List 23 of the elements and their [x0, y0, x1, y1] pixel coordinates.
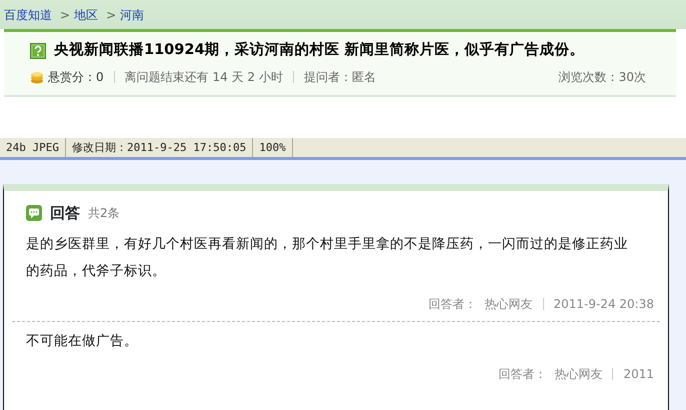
answers-heading: 回答: [50, 203, 80, 224]
answerer-label: 回答者：: [498, 366, 546, 382]
time-remaining: 离问题结束还有 14 天 2 小时: [124, 68, 283, 86]
answer-time: 2011-9-24 20:38: [554, 296, 654, 312]
answerer-label: 回答者：: [428, 296, 476, 312]
answer-text: 不可能在做广告。: [26, 332, 139, 350]
view-count: 浏览次数：30次: [558, 68, 646, 86]
answerer-name: 热心网友: [554, 366, 602, 382]
reward-points: 悬赏分：0: [48, 68, 104, 86]
answerer-name: 热心网友: [484, 296, 532, 312]
question-title: 央视新闻联播110924期，采访河南的村医 新闻里简称片医，似乎有广告成份。: [54, 40, 585, 60]
breadcrumb-link[interactable]: 地区: [74, 6, 98, 23]
breadcrumb-link[interactable]: 百度知道: [4, 6, 52, 23]
breadcrumb-separator: >: [60, 7, 70, 23]
answer-time: 2011: [623, 366, 654, 382]
breadcrumb-link[interactable]: 河南: [120, 6, 144, 23]
chat-bubble-icon: [26, 205, 42, 222]
question-icon: [30, 42, 46, 59]
answer-count: 共2条: [88, 205, 120, 222]
coins-icon: [30, 70, 44, 84]
asker-text: 提问者：匿名: [304, 68, 376, 86]
answer-text: 是的乡医群里，有好几个村医再看新闻的，那个村里手里拿的不是降压药，一闪而过的是修正药业的药品，代斧子标识。: [26, 234, 629, 280]
breadcrumb-separator: >: [106, 7, 116, 23]
